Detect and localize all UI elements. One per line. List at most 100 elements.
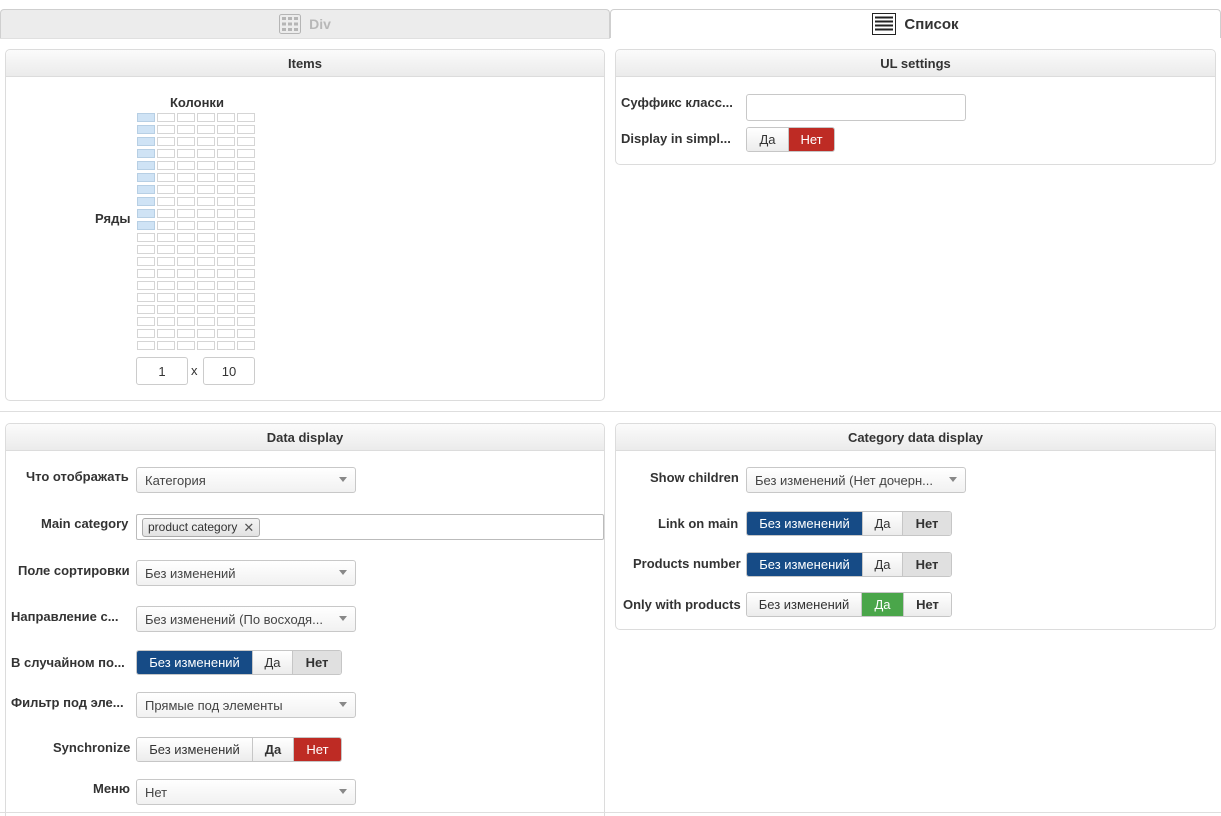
grid-cell[interactable] — [217, 257, 235, 266]
grid-cell[interactable] — [177, 257, 195, 266]
grid-cell[interactable] — [237, 305, 255, 314]
grid-cell[interactable] — [137, 113, 155, 122]
grid-cell[interactable] — [237, 329, 255, 338]
grid-cell[interactable] — [137, 329, 155, 338]
grid-cell[interactable] — [197, 293, 215, 302]
grid-cell[interactable] — [217, 137, 235, 146]
grid-cell[interactable] — [217, 293, 235, 302]
grid-cell[interactable] — [237, 233, 255, 242]
grid-cell[interactable] — [237, 125, 255, 134]
direction-select[interactable]: Без изменений (По восходя... — [136, 606, 356, 632]
grid-cell[interactable] — [197, 329, 215, 338]
grid-cell[interactable] — [137, 137, 155, 146]
grid-cell[interactable] — [217, 185, 235, 194]
grid-cell[interactable] — [177, 113, 195, 122]
grid-cell[interactable] — [237, 173, 255, 182]
grid-cell[interactable] — [137, 149, 155, 158]
what-to-show-select[interactable]: Категория — [136, 467, 356, 493]
grid-cell[interactable] — [137, 245, 155, 254]
grid-cell[interactable] — [177, 245, 195, 254]
grid-cell[interactable] — [157, 125, 175, 134]
grid-cell[interactable] — [137, 125, 155, 134]
grid-cell[interactable] — [157, 245, 175, 254]
grid-cell[interactable] — [157, 161, 175, 170]
synchronize-yes[interactable]: Да — [253, 738, 294, 761]
grid-cell[interactable] — [237, 341, 255, 350]
grid-cell[interactable] — [177, 233, 195, 242]
grid-cell[interactable] — [217, 113, 235, 122]
grid-cell[interactable] — [177, 161, 195, 170]
grid-cell[interactable] — [197, 281, 215, 290]
grid-cell[interactable] — [237, 149, 255, 158]
grid-cell[interactable] — [137, 293, 155, 302]
grid-cell[interactable] — [137, 161, 155, 170]
grid-cell[interactable] — [157, 113, 175, 122]
grid-cell[interactable] — [157, 137, 175, 146]
grid-cell[interactable] — [137, 197, 155, 206]
grid-cell[interactable] — [177, 209, 195, 218]
grid-cell[interactable] — [177, 185, 195, 194]
grid-cell[interactable] — [177, 149, 195, 158]
grid-cell[interactable] — [177, 221, 195, 230]
grid-cell[interactable] — [177, 197, 195, 206]
grid-cell[interactable] — [197, 197, 215, 206]
rows-count-input[interactable]: 10 — [203, 357, 255, 385]
grid-cell[interactable] — [237, 221, 255, 230]
grid-cell[interactable] — [197, 257, 215, 266]
grid-cell[interactable] — [177, 281, 195, 290]
grid-cell[interactable] — [237, 137, 255, 146]
link-on-main-no[interactable]: Нет — [903, 512, 951, 535]
grid-cell[interactable] — [157, 305, 175, 314]
grid-cell[interactable] — [217, 149, 235, 158]
grid-cell[interactable] — [157, 173, 175, 182]
grid-cell[interactable] — [217, 161, 235, 170]
grid-cell[interactable] — [217, 329, 235, 338]
grid-cell[interactable] — [217, 341, 235, 350]
grid-cell[interactable] — [137, 173, 155, 182]
grid-cell[interactable] — [157, 281, 175, 290]
grid-cell[interactable] — [237, 113, 255, 122]
grid-cell[interactable] — [237, 269, 255, 278]
products-number-yes[interactable]: Да — [863, 553, 903, 576]
grid-cell[interactable] — [197, 341, 215, 350]
grid-cell[interactable] — [137, 281, 155, 290]
grid-cell[interactable] — [177, 137, 195, 146]
columns-count-input[interactable]: 1 — [136, 357, 188, 385]
grid-cell[interactable] — [197, 149, 215, 158]
grid-size-picker[interactable] — [137, 113, 255, 351]
grid-cell[interactable] — [157, 209, 175, 218]
close-icon[interactable]: ✕ — [243, 521, 254, 534]
sort-field-select[interactable]: Без изменений — [136, 560, 356, 586]
grid-cell[interactable] — [237, 245, 255, 254]
tab-list[interactable]: Список — [610, 9, 1221, 38]
grid-cell[interactable] — [197, 269, 215, 278]
grid-cell[interactable] — [237, 209, 255, 218]
only-products-no[interactable]: Нет — [904, 593, 951, 616]
grid-cell[interactable] — [217, 209, 235, 218]
grid-cell[interactable] — [197, 305, 215, 314]
grid-cell[interactable] — [197, 161, 215, 170]
synchronize-no[interactable]: Нет — [294, 738, 341, 761]
only-products-unchanged[interactable]: Без изменений — [747, 593, 862, 616]
grid-cell[interactable] — [157, 233, 175, 242]
only-products-yes[interactable]: Да — [862, 593, 904, 616]
grid-cell[interactable] — [237, 317, 255, 326]
grid-cell[interactable] — [237, 281, 255, 290]
random-order-no[interactable]: Нет — [293, 651, 341, 674]
grid-cell[interactable] — [157, 149, 175, 158]
grid-cell[interactable] — [217, 269, 235, 278]
grid-cell[interactable] — [237, 161, 255, 170]
products-number-no[interactable]: Нет — [903, 553, 951, 576]
grid-cell[interactable] — [137, 341, 155, 350]
filter-select[interactable]: Прямые под элементы — [136, 692, 356, 718]
tab-div[interactable]: Div — [0, 9, 610, 38]
grid-cell[interactable] — [177, 269, 195, 278]
grid-cell[interactable] — [237, 185, 255, 194]
grid-cell[interactable] — [177, 317, 195, 326]
grid-cell[interactable] — [157, 221, 175, 230]
grid-cell[interactable] — [137, 257, 155, 266]
grid-cell[interactable] — [177, 329, 195, 338]
grid-cell[interactable] — [177, 125, 195, 134]
link-on-main-yes[interactable]: Да — [863, 512, 903, 535]
grid-cell[interactable] — [237, 293, 255, 302]
